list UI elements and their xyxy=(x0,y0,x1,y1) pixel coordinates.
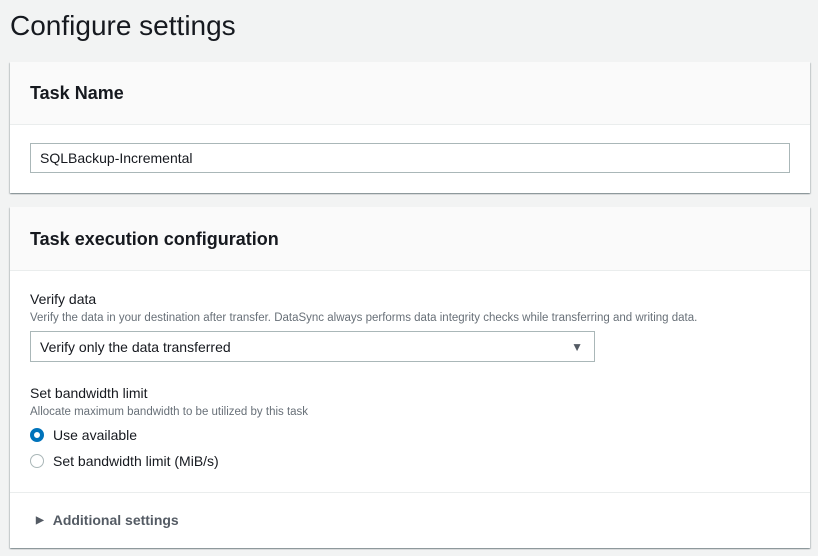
radio-set-limit[interactable]: Set bandwidth limit (MiB/s) xyxy=(30,453,219,469)
caret-down-icon: ▼ xyxy=(571,340,583,354)
radio-label: Set bandwidth limit (MiB/s) xyxy=(53,453,219,469)
task-execution-panel: Task execution configuration Verify data… xyxy=(10,207,810,548)
panel-header: Task Name xyxy=(10,62,810,125)
verify-data-description: Verify the data in your destination afte… xyxy=(30,312,698,324)
radio-checked-icon xyxy=(30,428,44,442)
additional-settings-label: Additional settings xyxy=(52,512,179,528)
radio-use-available[interactable]: Use available xyxy=(30,427,137,443)
task-name-input[interactable]: SQLBackup-Incremental xyxy=(30,143,790,173)
radio-unchecked-icon xyxy=(30,454,44,468)
task-name-panel: Task Name SQLBackup-Incremental xyxy=(10,62,810,193)
bandwidth-description: Allocate maximum bandwidth to be utilize… xyxy=(30,406,309,418)
radio-label: Use available xyxy=(53,427,138,443)
page-title: Configure settings xyxy=(10,10,236,41)
caret-right-icon: ▶ xyxy=(36,514,44,526)
verify-data-value: Verify only the data transferred xyxy=(40,338,231,355)
bandwidth-label: Set bandwidth limit xyxy=(30,385,148,401)
panel-header: Task execution configuration xyxy=(10,207,810,271)
divider xyxy=(10,492,810,493)
verify-data-label: Verify data xyxy=(30,291,97,307)
additional-settings-toggle[interactable]: ▶ Additional settings xyxy=(36,512,179,528)
panel-title: Task Name xyxy=(30,83,124,103)
verify-data-select[interactable]: Verify only the data transferred ▼ xyxy=(30,331,595,362)
panel-title: Task execution configuration xyxy=(30,229,279,249)
